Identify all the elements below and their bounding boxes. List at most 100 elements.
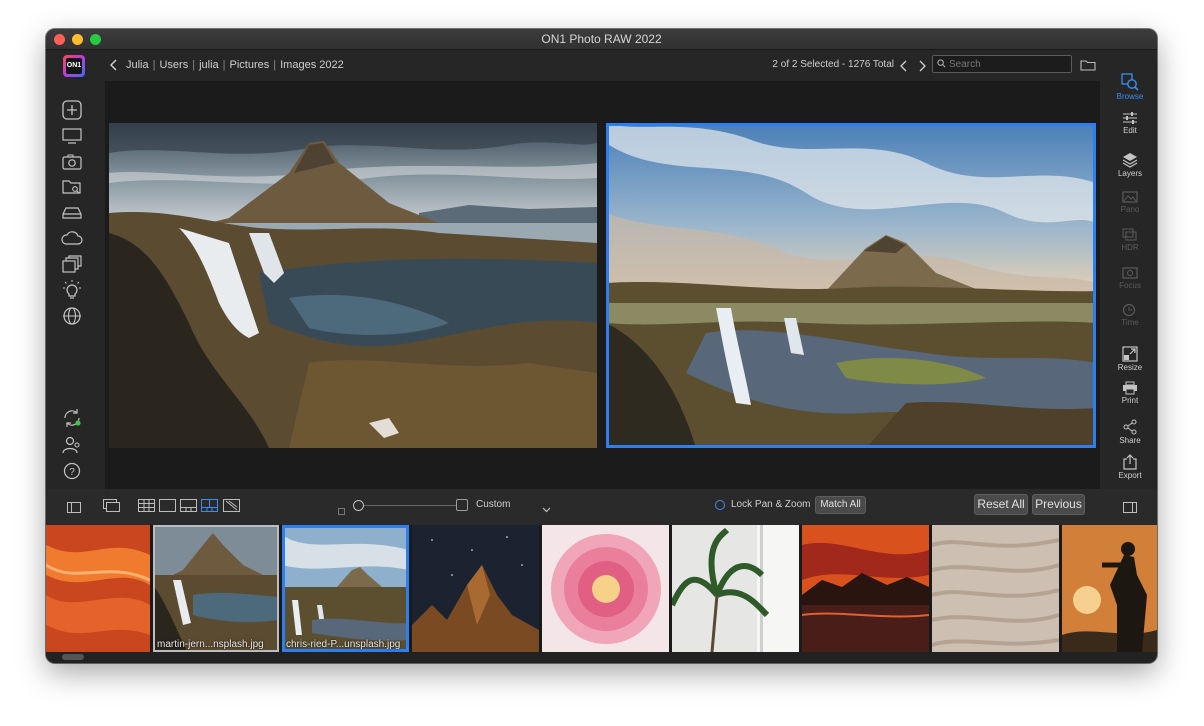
breadcrumb-item-images-2022[interactable]: Images 2022 xyxy=(280,59,344,71)
module-label: Focus xyxy=(1119,281,1141,290)
compare-image-left[interactable] xyxy=(109,123,597,448)
reset-all-button[interactable]: Reset All xyxy=(974,494,1028,515)
module-label: Browse xyxy=(1116,92,1144,101)
compare-view-icon[interactable] xyxy=(103,499,121,517)
small-thumbnail-icon[interactable] xyxy=(338,502,345,520)
module-label: Print xyxy=(1121,396,1139,405)
lock-pan-zoom-label: Lock Pan & Zoom xyxy=(731,499,811,510)
custom-checkbox[interactable] xyxy=(456,499,468,511)
sliders-icon xyxy=(1123,112,1137,124)
app-logo[interactable]: ON1 xyxy=(63,55,85,77)
printer-icon xyxy=(1123,381,1137,395)
module-time: Time xyxy=(1103,303,1157,327)
module-export[interactable]: Export xyxy=(1103,454,1157,480)
filmstrip-thumbnail[interactable] xyxy=(542,525,669,652)
layers-icon xyxy=(1122,153,1138,168)
match-all-button[interactable]: Match All xyxy=(815,496,866,514)
module-browse[interactable]: Browse xyxy=(1103,73,1157,101)
people-icon[interactable] xyxy=(60,434,84,456)
globe-icon[interactable] xyxy=(60,305,84,327)
module-resize[interactable]: Resize xyxy=(1103,346,1157,372)
module-print[interactable]: Print xyxy=(1103,381,1157,405)
help-icon[interactable]: ? xyxy=(60,460,84,482)
filmstrip-thumbnail-chris[interactable]: chris-ried-P...unsplash.jpg xyxy=(282,525,409,652)
albums-icon[interactable] xyxy=(60,253,84,275)
filmstrip-thumbnail[interactable] xyxy=(932,525,1059,652)
back-chevron-icon[interactable] xyxy=(110,59,118,71)
zoom-slider-track[interactable] xyxy=(358,505,456,506)
filmstrip-scrollbar[interactable] xyxy=(46,652,1157,663)
module-edit[interactable]: Edit xyxy=(1103,111,1157,135)
breadcrumb-separator: | xyxy=(273,59,277,71)
share-icon xyxy=(1123,419,1137,435)
next-image-chevron-icon[interactable] xyxy=(918,59,926,77)
focus-icon xyxy=(1122,267,1138,279)
module-pano: Pano xyxy=(1103,190,1157,214)
module-label: Resize xyxy=(1117,363,1143,372)
breadcrumb-separator: | xyxy=(222,59,226,71)
grid-view-icon[interactable] xyxy=(138,499,155,517)
module-share[interactable]: Share xyxy=(1103,419,1157,445)
breadcrumb-separator: | xyxy=(192,59,196,71)
search-input[interactable] xyxy=(949,57,1067,71)
camera-icon[interactable] xyxy=(60,151,84,173)
window-title: ON1 Photo RAW 2022 xyxy=(541,32,662,46)
module-layers[interactable]: Layers xyxy=(1103,152,1157,178)
filmstrip-thumbnail[interactable] xyxy=(802,525,929,652)
thumbnail-caption: chris-ried-P...unsplash.jpg xyxy=(286,639,401,650)
breadcrumb: Julia | Users | julia | Pictures | Image… xyxy=(110,58,344,72)
cloud-icon[interactable] xyxy=(60,227,84,249)
scrollbar-thumb[interactable] xyxy=(62,654,84,660)
folder-icon[interactable] xyxy=(1080,58,1096,76)
title-bar: ON1 Photo RAW 2022 xyxy=(46,29,1157,50)
filmstrip-thumbnail[interactable] xyxy=(672,525,799,652)
time-icon xyxy=(1122,303,1136,317)
compare-mode-icon[interactable] xyxy=(201,499,218,517)
filmstrip-thumbnail[interactable] xyxy=(412,525,539,652)
filmstrip-thumbnail-martin[interactable]: martin-jern...nsplash.jpg xyxy=(153,525,279,652)
breadcrumb-item-julia[interactable]: Julia xyxy=(126,59,149,71)
module-focus: Focus xyxy=(1103,266,1157,290)
breadcrumb-item-users[interactable]: Users xyxy=(159,59,188,71)
custom-dropdown-chevron-down-icon[interactable] xyxy=(542,500,551,518)
svg-text:?: ? xyxy=(69,467,75,478)
filmstrip-thumbnail[interactable] xyxy=(1062,525,1157,652)
thumbnail-caption: martin-jern...nsplash.jpg xyxy=(157,639,264,650)
module-label: Share xyxy=(1119,436,1141,445)
right-panel-toggle-icon[interactable] xyxy=(1123,500,1137,518)
breadcrumb-item-julia-home[interactable]: julia xyxy=(199,59,219,71)
sync-icon[interactable] xyxy=(60,407,84,429)
filmstrip-view-icon[interactable] xyxy=(180,499,197,517)
left-panel-toggle-icon[interactable] xyxy=(67,500,81,518)
drive-icon[interactable] xyxy=(60,202,84,224)
lock-pan-zoom-radio[interactable] xyxy=(715,500,725,510)
compare-image-right[interactable] xyxy=(606,123,1096,448)
module-hdr: HDR xyxy=(1103,228,1157,252)
breadcrumb-separator: | xyxy=(152,59,156,71)
pano-icon xyxy=(1122,191,1138,203)
filmstrip: martin-jern...nsplash.jpg chris-ried-P..… xyxy=(46,525,1157,652)
module-label: Pano xyxy=(1120,205,1140,214)
breadcrumb-item-pictures[interactable]: Pictures xyxy=(230,59,270,71)
search-icon xyxy=(937,59,946,68)
app-window: ON1 Photo RAW 2022 ON1 Julia | Users | j… xyxy=(46,29,1157,663)
folder-search-icon[interactable] xyxy=(60,176,84,198)
previous-image-chevron-icon[interactable] xyxy=(900,59,908,77)
monitor-icon[interactable] xyxy=(60,125,84,147)
survey-view-icon[interactable] xyxy=(223,499,240,517)
lightbulb-icon[interactable] xyxy=(60,279,84,301)
custom-label: Custom xyxy=(476,499,511,510)
add-icon[interactable] xyxy=(60,99,84,121)
single-view-icon[interactable] xyxy=(159,499,176,517)
module-label: Layers xyxy=(1117,169,1142,178)
search-box[interactable] xyxy=(932,55,1072,73)
module-label: HDR xyxy=(1121,243,1139,252)
zoom-slider-handle[interactable] xyxy=(353,500,364,511)
previous-button[interactable]: Previous xyxy=(1032,494,1085,515)
compare-viewer xyxy=(105,81,1100,489)
browse-icon xyxy=(1121,73,1139,91)
filmstrip-thumbnail[interactable] xyxy=(46,525,150,652)
module-label: Edit xyxy=(1123,126,1137,135)
hdr-icon xyxy=(1122,228,1137,241)
selection-count: 2 of 2 Selected - 1276 Total xyxy=(772,59,894,70)
